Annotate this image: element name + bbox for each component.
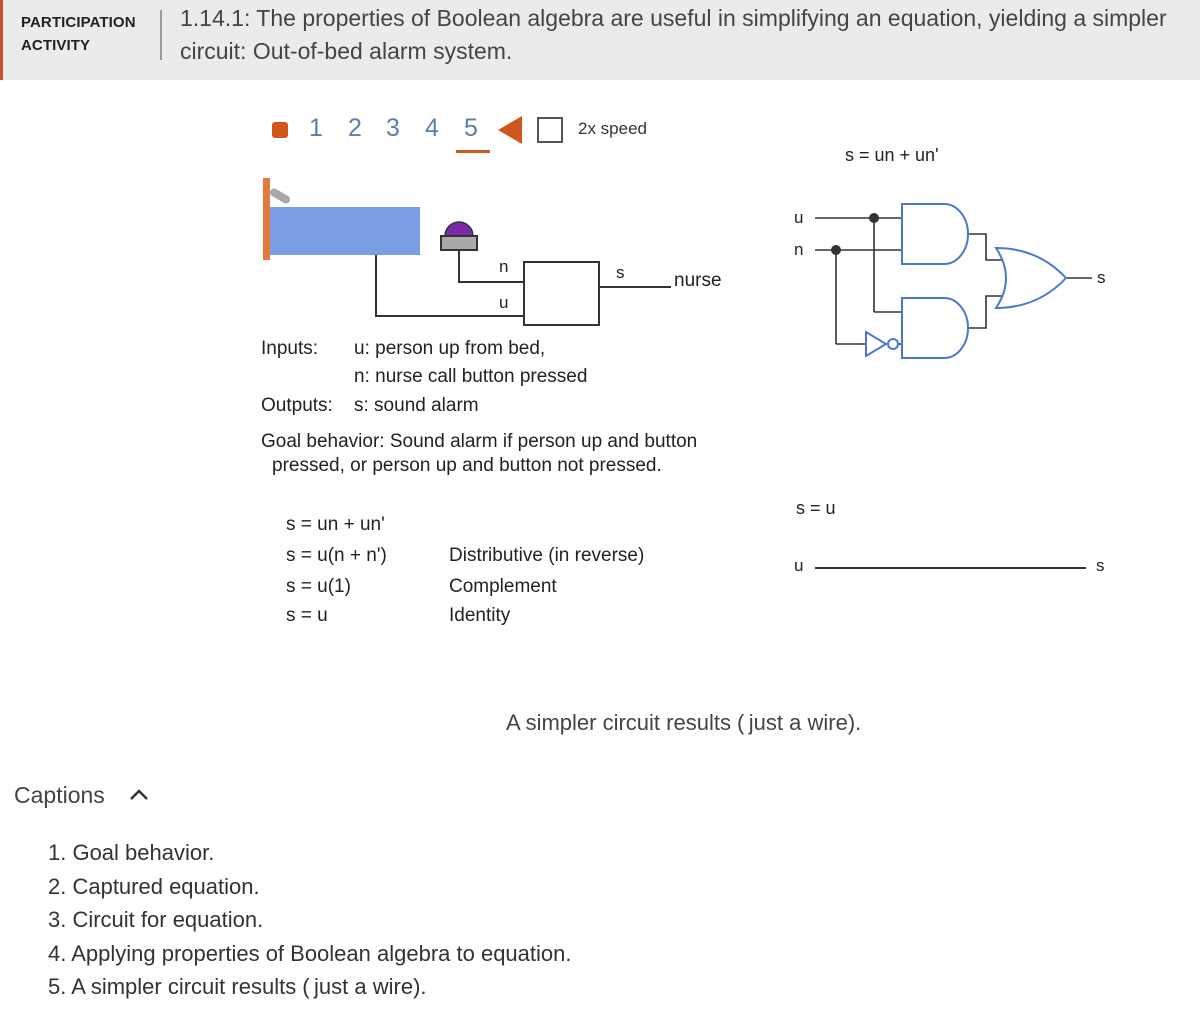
step-4-button[interactable]: 4 [425,114,439,143]
input-n-description: n: nurse call button pressed [354,366,588,387]
caption-item: 1. Goal behavior. [48,840,215,865]
caption-item: 2. Captured equation. [48,873,260,899]
caption-item: 3. Circuit for equation. [48,907,264,932]
not-gate-bubble [887,338,899,350]
original-circuit: s = un + un' u n s [794,145,1106,359]
wire-n [458,250,524,283]
start-square-button[interactable] [272,122,288,138]
speed-label: 2x speed [578,119,647,138]
play-back-icon[interactable] [498,116,522,144]
goal-line-1: Goal behavior: Sound alarm if person up … [261,431,698,452]
circuit2-input-u: u [794,556,803,575]
circuit2-output-s: s [1096,556,1105,575]
active-step-underline [456,150,490,153]
and-gate-2 [901,297,969,359]
label-s: s [616,263,625,282]
equation-1: s = un + un' [286,514,385,535]
captions-list: 1. Goal behavior. 2. Captured equation. … [48,836,572,1004]
label-n: n [499,257,508,276]
bed-mattress [270,207,420,255]
activity-title: 1.14.1: The properties of Boolean algebr… [180,5,1167,64]
captions-toggle[interactable]: Captions [14,782,105,809]
circuit1-input-u: u [794,208,803,227]
input-u-description: u: person up from bed, [354,338,546,359]
pillow-icon [269,188,291,204]
caption-item: 4. Applying properties of Boolean algebr… [48,940,572,966]
equation-4: s = u [286,605,328,626]
nurse-button-base [440,235,478,251]
label-nurse: nurse [674,270,722,291]
circuit1-title: s = un + un' [845,145,939,165]
circuit1-output-s: s [1097,268,1106,287]
nurse-button-icon [444,221,474,237]
speed-checkbox[interactable] [537,117,563,143]
equation-2: s = u(n + n') [286,545,387,566]
bed-headboard [263,178,270,260]
activity-header: PARTICIPATION ACTIVITY 1.14.1: The prope… [0,0,1200,80]
output-s-description: s: sound alarm [354,395,479,416]
step-2-button[interactable]: 2 [348,114,362,143]
label-line-2: ACTIVITY [21,37,91,54]
junction-u [869,213,879,223]
chevron-up-icon[interactable] [128,787,150,803]
not-gate [865,330,888,358]
junction-n [831,245,841,255]
property-complement: Complement [449,576,557,597]
outputs-label: Outputs: [261,395,333,416]
alarm-system-diagram: n u s nurse [263,178,722,326]
logic-box [523,261,600,326]
label-line-1: PARTICIPATION [21,14,136,31]
inputs-label: Inputs: [261,338,319,359]
current-step-caption: A simpler circuit results ( just a wire)… [506,710,862,735]
step-3-button[interactable]: 3 [386,114,400,143]
header-divider [160,10,162,60]
participation-activity-label: PARTICIPATION ACTIVITY [21,11,136,57]
equation-3: s = u(1) [286,576,351,597]
property-distributive: Distributive (in reverse) [449,545,645,566]
goal-line-2: pressed, or person up and button not pre… [272,455,662,476]
and-gate-1 [901,203,969,265]
label-u: u [499,293,508,312]
caption-item: 5. A simpler circuit results ( just a wi… [48,974,427,999]
or-gate [994,246,1068,310]
property-identity: Identity [449,605,511,626]
simplified-circuit: s = u u s [794,498,1105,575]
circuit2-title: s = u [796,498,836,518]
step-5-button[interactable]: 5 [464,114,478,143]
step-1-button[interactable]: 1 [309,114,323,143]
circuit1-input-n: n [794,240,803,259]
